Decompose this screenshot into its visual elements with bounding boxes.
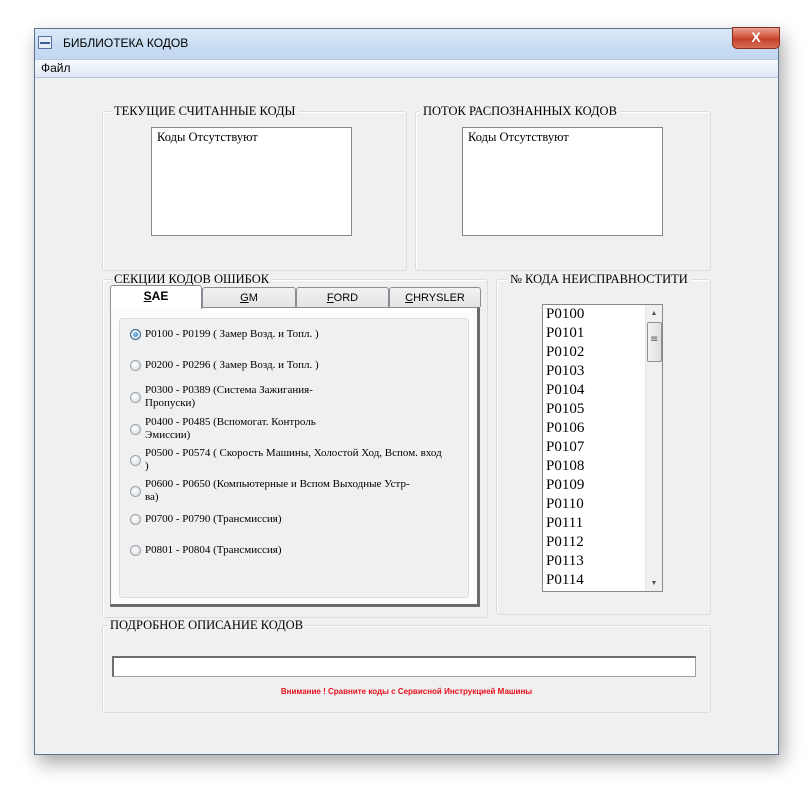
warning-text: Внимание ! Сравните коды с Сервисной Инс… — [280, 687, 533, 696]
list-scrollbar[interactable]: ▲ ▼ — [645, 305, 662, 591]
menu-file[interactable]: Файл — [41, 61, 71, 75]
fault-codes-title: № КОДА НЕИСПРАВНОСТИТИ — [507, 272, 691, 287]
current-codes-box[interactable]: Коды Отсутствуют — [151, 127, 352, 236]
tab-gm[interactable]: GM — [202, 287, 296, 307]
radio-p0500[interactable]: P0500 - P0574 ( Скорость Машины, Холосто… — [130, 447, 445, 473]
main-window: БИБЛИОТЕКА КОДОВ X Файл ТЕКУЩИЕ СЧИТАННЫ… — [34, 27, 780, 755]
scroll-down-icon[interactable]: ▼ — [646, 575, 662, 591]
tab-panel-sae: P0100 - P0199 ( Замер Возд. и Топл. ) P0… — [110, 307, 480, 607]
stream-codes-text: Коды Отсутствуют — [468, 130, 569, 144]
radio-icon — [130, 424, 141, 435]
radio-icon — [130, 360, 141, 371]
menu-bar: Файл — [35, 59, 778, 78]
scroll-thumb[interactable] — [647, 322, 662, 362]
current-codes-title: ТЕКУЩИЕ СЧИТАННЫЕ КОДЫ — [111, 104, 299, 119]
radio-p0100[interactable]: P0100 - P0199 ( Замер Возд. и Топл. ) — [130, 328, 405, 341]
scroll-up-icon[interactable]: ▲ — [646, 305, 662, 321]
radio-p0700[interactable]: P0700 - P0790 (Трансмиссия) — [130, 513, 405, 526]
close-button[interactable]: X — [732, 27, 780, 49]
stream-codes-box[interactable]: Коды Отсутствуют — [462, 127, 663, 236]
tab-ford[interactable]: FORD — [296, 287, 389, 307]
radio-checked-icon — [130, 329, 141, 340]
fault-codes-list[interactable]: P0100 P0101 P0102 P0103 P0104 P0105 P0106 P0107… — [542, 304, 663, 592]
radio-p0600[interactable]: P0600 - P0650 (Компьютерные и Вспом Выхо… — [130, 478, 410, 504]
description-title: ПОДРОБНОЕ ОПИСАНИЕ КОДОВ — [107, 618, 307, 633]
sae-options-frame: P0100 - P0199 ( Замер Возд. и Топл. ) P0… — [119, 318, 469, 598]
window-title: БИБЛИОТЕКА КОДОВ — [63, 36, 189, 50]
radio-icon — [130, 392, 141, 403]
app-icon — [38, 36, 52, 49]
stream-codes-title: ПОТОК РАСПОЗНАННЫХ КОДОВ — [420, 104, 620, 119]
radio-icon — [130, 455, 141, 466]
description-field[interactable] — [112, 656, 696, 677]
current-codes-text: Коды Отсутствуют — [157, 130, 258, 144]
tab-chrysler[interactable]: CHRYSLER — [389, 287, 481, 307]
radio-icon — [130, 486, 141, 497]
radio-p0200[interactable]: P0200 - P0296 ( Замер Возд. и Топл. ) — [130, 359, 405, 372]
tab-sae[interactable]: SAE — [110, 285, 202, 309]
radio-p0400[interactable]: P0400 - P0485 (Вспомогат. Контроль Эмисс… — [130, 416, 340, 442]
title-bar[interactable]: БИБЛИОТЕКА КОДОВ X — [35, 27, 780, 59]
radio-icon — [130, 514, 141, 525]
radio-p0300[interactable]: P0300 - P0389 (Система Зажигания-Пропуск… — [130, 384, 345, 410]
section-tabs: SAE GM FORD CHRYSLER P0100 - P0199 ( Зам… — [110, 285, 482, 609]
radio-p0801[interactable]: P0801 - P0804 (Трансмиссия) — [130, 544, 405, 557]
radio-icon — [130, 545, 141, 556]
